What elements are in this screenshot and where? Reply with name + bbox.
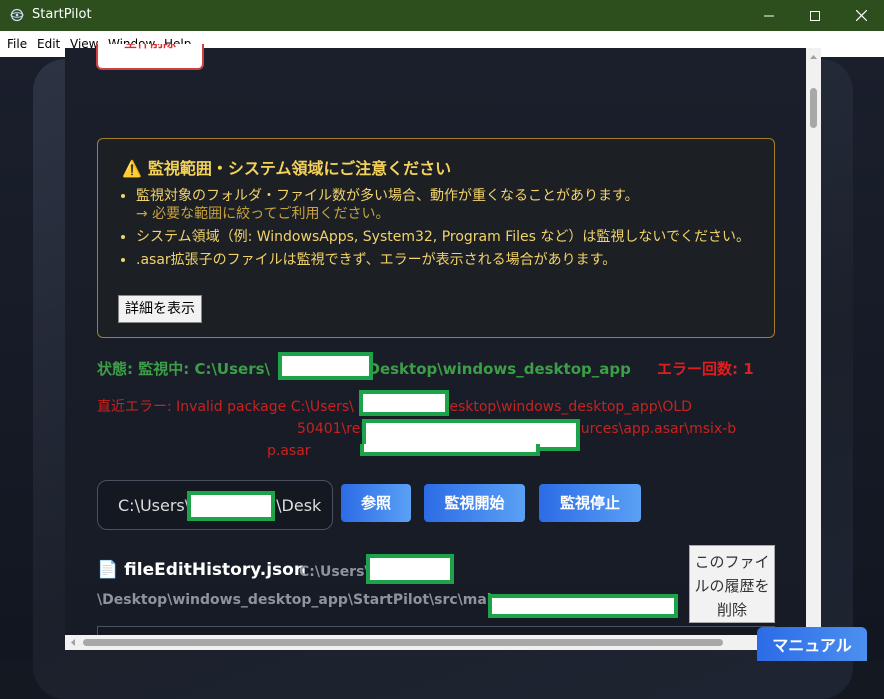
vertical-scroll-thumb[interactable] [810,88,817,128]
warning-item: 監視対象のフォルダ・ファイル数が多い場合、動作が重くなることがあります。 → 必要… [136,187,750,223]
redaction-box [187,491,275,521]
horizontal-scroll-thumb[interactable] [83,639,723,646]
title-bar: StartPilot [0,0,884,31]
warning-box: ⚠️ 監視範囲・システム領域にご注意ください 監視対象のフォルダ・ファイル数が多い… [97,138,775,338]
show-details-button[interactable]: 詳細を表示 [118,295,202,323]
stop-watch-button[interactable]: 監視停止 [539,484,641,522]
redaction-box [359,390,449,416]
history-path-line1: C:\Users\ [299,564,370,580]
delete-history-label: このファイルの履歴を削除 [694,553,770,619]
history-path-line2: \Desktop\windows_desktop_app\StartPilot\… [97,592,492,608]
warning-item-text: 監視対象のフォルダ・ファイル数が多い場合、動作が重くなることがあります。 [136,188,639,204]
warning-list: 監視対象のフォルダ・ファイル数が多い場合、動作が重くなることがあります。 → 必要… [118,187,750,274]
redaction-box [488,594,678,618]
warning-item: システム領域（例: WindowsApps, System32, Program… [136,228,750,246]
minimize-button[interactable] [746,0,792,31]
redaction-box [278,352,373,380]
path-prefix: C:\Users\ [118,496,191,515]
minimize-icon [764,15,774,16]
start-watch-button[interactable]: 監視開始 [424,484,525,522]
redaction-box [366,554,454,584]
maximize-icon [810,10,820,21]
delete-all-label: 全件削除 [98,44,202,52]
history-file-name: 📄 fileEditHistory.json [97,560,306,580]
warning-title-text: 監視範囲・システム領域にご注意ください [147,159,452,178]
warning-note: → 必要な範囲に絞ってご利用ください。 [136,206,390,222]
menu-file[interactable]: File [7,37,27,51]
horizontal-scrollbar[interactable] [65,635,821,650]
redaction-box [360,444,540,456]
recent-error-part1: 直近エラー: Invalid package C:\Users\ [97,399,354,415]
error-count: エラー回数: 1 [657,360,754,378]
scroll-up-icon[interactable] [806,51,821,63]
vertical-scrollbar[interactable] [806,48,821,638]
delete-history-button[interactable]: このファイルの履歴を削除 [689,545,775,623]
close-icon [855,10,867,21]
warning-item-text: システム領域（例: WindowsApps, System32, Program… [136,229,750,245]
status-prefix: 状態: 監視中: C:\Users\ [97,360,271,378]
delete-all-button[interactable]: 全件削除 [96,44,204,70]
scroll-left-icon[interactable] [67,635,79,650]
menu-edit[interactable]: Edit [37,37,60,51]
document-icon: 📄 [97,560,119,580]
close-button[interactable] [838,0,884,31]
app-icon [10,8,24,22]
recent-error-part4: p.asar [267,443,311,459]
warning-item-text: .asar拡張子のファイルは監視できず、エラーが表示される場合があります。 [136,252,617,268]
window-title: StartPilot [32,7,92,22]
browse-button[interactable]: 参照 [341,484,411,522]
maximize-button[interactable] [792,0,838,31]
status-suffix: \Desktop\windows_desktop_app [362,360,631,378]
manual-button[interactable]: マニュアル [757,627,867,661]
warning-item: .asar拡張子のファイルは監視できず、エラーが表示される場合があります。 [136,251,750,269]
path-suffix: \Desk [276,496,322,515]
recent-error-part2: \Desktop\windows_desktop_app\OLD [433,399,692,415]
warning-icon: ⚠️ [122,159,142,178]
warning-title: ⚠️ 監視範囲・システム領域にご注意ください [122,155,451,179]
history-filename-text: fileEditHistory.json [124,560,306,580]
